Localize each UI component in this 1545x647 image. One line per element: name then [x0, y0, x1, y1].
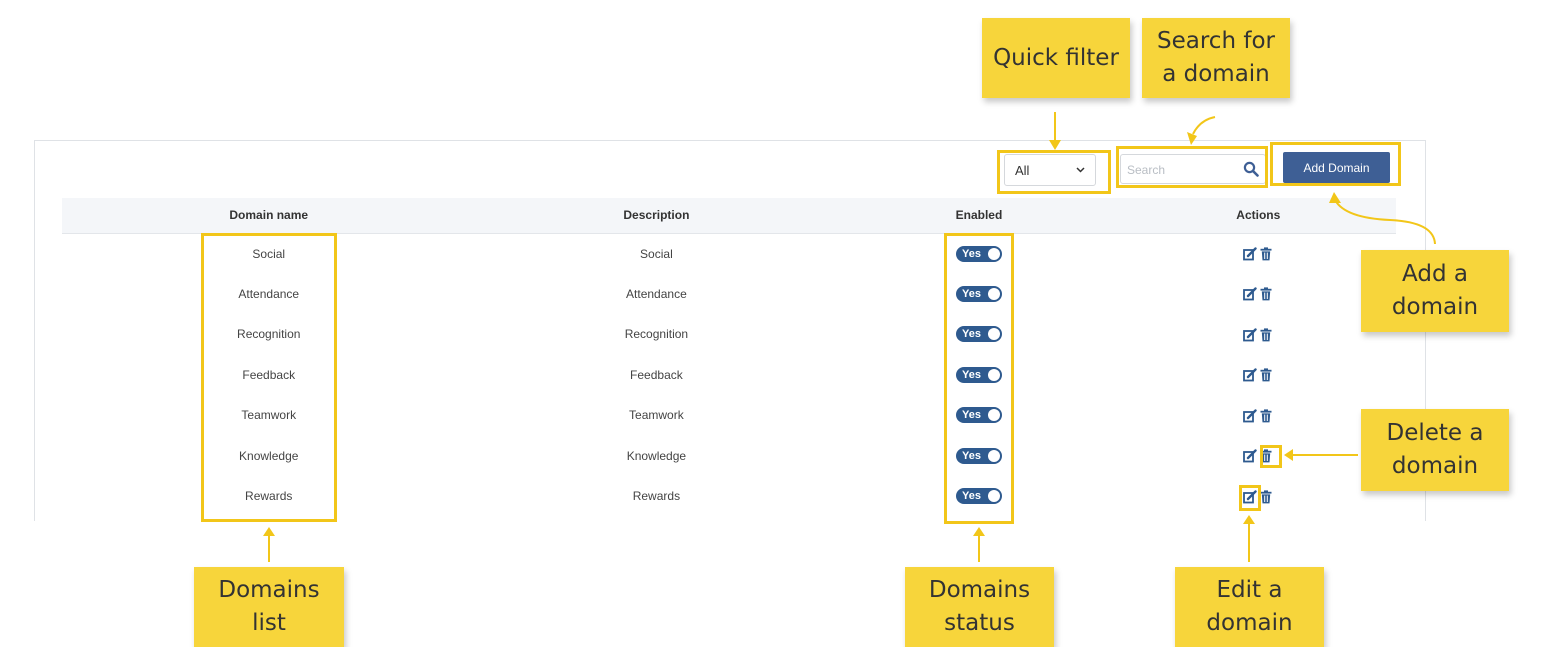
- toggle-label: Yes: [961, 287, 981, 300]
- edit-icon[interactable]: [1243, 449, 1258, 463]
- toggle-label: Yes: [961, 328, 981, 341]
- quick-filter-value: All: [1015, 162, 1030, 178]
- description-cell: Attendance: [626, 286, 687, 301]
- enabled-toggle[interactable]: Yes: [955, 366, 1002, 383]
- note-delete-domain: Delete a domain: [1361, 409, 1509, 491]
- trash-icon[interactable]: [1259, 287, 1273, 301]
- note-edit-domain: Edit a domain: [1175, 567, 1324, 647]
- domain-name-cell: Teamwork: [241, 408, 297, 423]
- search-box: [1120, 154, 1266, 184]
- table-row: Knowledge Knowledge Yes: [62, 436, 1396, 477]
- trash-icon[interactable]: [1259, 247, 1273, 261]
- trash-icon[interactable]: [1259, 368, 1273, 382]
- enabled-toggle[interactable]: Yes: [955, 245, 1002, 262]
- note-add-domain: Add a domain: [1361, 250, 1509, 332]
- table-row: Social Social Yes: [62, 233, 1396, 274]
- table-row: Rewards Rewards Yes: [62, 476, 1396, 517]
- domain-name-cell: Feedback: [242, 367, 296, 382]
- toggle-label: Yes: [961, 490, 981, 503]
- edit-icon[interactable]: [1243, 247, 1258, 261]
- chevron-down-icon: [1076, 167, 1085, 173]
- toggle-label: Yes: [961, 247, 981, 260]
- domain-name-cell: Rewards: [245, 489, 293, 504]
- table-row: Teamwork Teamwork Yes: [62, 395, 1396, 436]
- table-row: Feedback Feedback Yes: [62, 355, 1396, 396]
- enabled-cell: Yes: [837, 476, 1120, 517]
- toggle-knob: [987, 409, 1000, 422]
- domain-name-cell: Attendance: [238, 286, 300, 301]
- enabled-cell: Yes: [837, 233, 1120, 274]
- domain-name-cell: Social: [252, 246, 286, 261]
- search-icon[interactable]: [1243, 161, 1259, 177]
- edit-icon[interactable]: [1243, 287, 1258, 301]
- enabled-cell: Yes: [837, 314, 1120, 355]
- note-domains-status: Domains status: [905, 567, 1054, 647]
- toggle-label: Yes: [961, 368, 981, 381]
- column-header-actions: Actions: [1236, 208, 1281, 223]
- toggle-knob: [987, 368, 1000, 381]
- note-search: Search for a domain: [1142, 18, 1290, 98]
- toggle-label: Yes: [961, 409, 981, 422]
- column-header-enabled[interactable]: Enabled: [837, 198, 1120, 233]
- toggle-knob: [987, 287, 1000, 300]
- search-input[interactable]: [1125, 156, 1239, 184]
- quick-filter-select[interactable]: All: [1004, 154, 1096, 186]
- toggle-knob: [987, 247, 1000, 260]
- description-cell: Rewards: [632, 489, 681, 504]
- toggle-knob: [987, 490, 1000, 503]
- table-row: Attendance Attendance Yes: [62, 274, 1396, 315]
- actions-cell: [1121, 476, 1396, 517]
- trash-icon[interactable]: [1259, 449, 1273, 463]
- description-cell: Teamwork: [629, 408, 684, 423]
- toggle-label: Yes: [961, 449, 981, 462]
- enabled-cell: Yes: [837, 274, 1120, 315]
- enabled-toggle[interactable]: Yes: [955, 326, 1002, 343]
- actions-cell: [1121, 233, 1396, 274]
- table-header-row: Domain name Description Enabled Actions: [62, 198, 1396, 233]
- trash-icon[interactable]: [1259, 328, 1273, 342]
- actions-cell: [1121, 395, 1396, 436]
- actions-cell: [1121, 314, 1396, 355]
- actions-cell: [1121, 355, 1396, 396]
- column-header-description[interactable]: Description: [475, 198, 837, 233]
- description-cell: Recognition: [624, 327, 689, 342]
- edit-icon[interactable]: [1243, 327, 1258, 342]
- actions-cell: [1121, 274, 1396, 315]
- enabled-toggle[interactable]: Yes: [955, 285, 1002, 302]
- enabled-cell: Yes: [837, 436, 1120, 477]
- note-quick-filter: Quick filter: [982, 18, 1130, 98]
- toggle-knob: [987, 449, 1000, 462]
- enabled-toggle[interactable]: Yes: [955, 407, 1002, 424]
- enabled-cell: Yes: [837, 355, 1120, 396]
- toggle-knob: [987, 328, 1000, 341]
- enabled-toggle[interactable]: Yes: [955, 447, 1002, 464]
- edit-icon[interactable]: [1243, 408, 1258, 423]
- trash-icon[interactable]: [1259, 409, 1273, 423]
- table-row: Recognition Recognition Yes: [62, 314, 1396, 355]
- add-domain-button[interactable]: Add Domain: [1283, 152, 1390, 183]
- enabled-cell: Yes: [837, 395, 1120, 436]
- description-cell: Social: [640, 246, 673, 261]
- column-header-domain-name[interactable]: Domain name: [62, 198, 475, 233]
- edit-icon[interactable]: [1243, 489, 1258, 504]
- description-cell: Feedback: [630, 367, 683, 382]
- note-domains-list: Domains list: [194, 567, 344, 647]
- enabled-toggle[interactable]: Yes: [955, 488, 1002, 505]
- domain-name-cell: Recognition: [237, 327, 301, 342]
- edit-icon[interactable]: [1243, 368, 1258, 382]
- actions-cell: [1121, 436, 1396, 477]
- description-cell: Knowledge: [626, 448, 687, 463]
- domain-name-cell: Knowledge: [239, 448, 299, 463]
- trash-icon[interactable]: [1259, 490, 1273, 504]
- domains-table: Domain name Description Enabled Actions …: [62, 198, 1396, 517]
